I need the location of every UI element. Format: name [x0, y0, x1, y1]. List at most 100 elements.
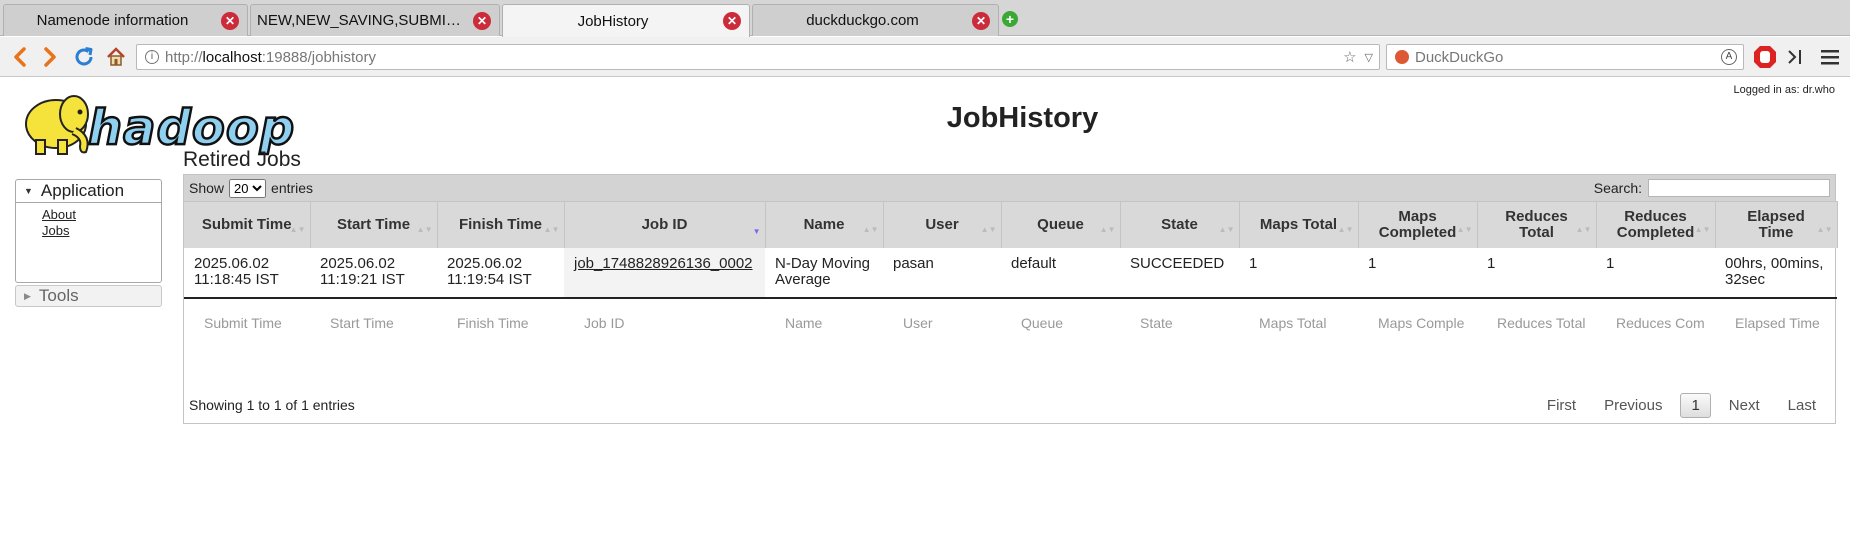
search-placeholder: DuckDuckGo: [1415, 48, 1504, 66]
column-header[interactable]: Job ID ▼: [564, 201, 766, 248]
filter-input[interactable]: Name: [765, 298, 883, 348]
reload-icon[interactable]: [70, 43, 98, 71]
column-header[interactable]: Reduces Completed ▲▼: [1596, 201, 1716, 248]
column-header[interactable]: Submit Time ▲▼: [184, 201, 311, 248]
url-dropdown-icon[interactable]: ▽: [1365, 51, 1373, 64]
sort-icon: ▲▼: [1456, 225, 1473, 234]
column-header[interactable]: Start Time ▲▼: [310, 201, 438, 248]
filter-input[interactable]: Queue: [1001, 298, 1120, 348]
cell-finish-time: 2025.06.02 11:19:54 IST: [437, 247, 564, 299]
search-go-icon[interactable]: A: [1721, 49, 1737, 65]
tab-applications[interactable]: NEW,NEW_SAVING,SUBMITTED,ACCEPTED,RUNNIN…: [250, 4, 500, 36]
column-header[interactable]: State ▲▼: [1120, 201, 1240, 248]
address-bar[interactable]: i http://localhost:19888/jobhistory ☆ ▽: [136, 44, 1380, 70]
filter-input[interactable]: Elapsed Time: [1715, 298, 1837, 348]
sort-icon: ▲▼: [1816, 225, 1833, 234]
sort-icon: ▲▼: [289, 225, 306, 234]
filter-input[interactable]: Finish Time: [437, 298, 564, 348]
pager-first-button[interactable]: First: [1533, 397, 1590, 414]
tools-section-header[interactable]: ▶ Tools: [15, 285, 162, 307]
new-tab-plus-icon[interactable]: +: [1002, 11, 1018, 27]
home-icon[interactable]: [102, 43, 130, 71]
cell-submit-time: 2025.06.02 11:18:45 IST: [184, 247, 310, 299]
cell-start-time: 2025.06.02 11:19:21 IST: [310, 247, 437, 299]
column-header-label: Elapsed Time: [1747, 207, 1805, 241]
tab-title: duckduckgo.com: [806, 12, 919, 29]
column-header-label: Maps Completed: [1378, 207, 1457, 241]
filter-input[interactable]: Submit Time: [184, 298, 310, 348]
jobs-table: Submit Time ▲▼ Start Time ▲▼ Finish Time ▲▼…: [184, 201, 1838, 348]
column-header-label: Submit Time: [201, 215, 292, 233]
cell-maps-total: 1: [1239, 247, 1358, 299]
tools-label: Tools: [38, 286, 79, 305]
url-scheme: http://: [165, 48, 203, 66]
cell-maps-completed: 1: [1358, 247, 1477, 299]
column-header[interactable]: Maps Completed ▲▼: [1358, 201, 1478, 248]
filter-input[interactable]: State: [1120, 298, 1239, 348]
sort-icon: ▲▼: [1099, 225, 1116, 234]
tab-title: NEW,NEW_SAVING,SUBMITTED,ACCEPTED,RUNNIN…: [257, 12, 473, 29]
column-filter-row: Submit Time Start Time Finish Time Job I…: [184, 298, 1837, 348]
column-header[interactable]: Queue ▲▼: [1001, 201, 1121, 248]
table-search-input[interactable]: [1648, 179, 1830, 197]
column-header-label: User: [925, 215, 959, 233]
column-header[interactable]: Reduces Total ▲▼: [1477, 201, 1597, 248]
application-links: About Jobs: [16, 202, 161, 282]
sidebar-toggle-icon[interactable]: [1781, 43, 1809, 71]
column-header[interactable]: Name ▲▼: [765, 201, 884, 248]
close-tab-icon[interactable]: ✕: [221, 11, 239, 30]
pager-next-button[interactable]: Next: [1715, 397, 1774, 414]
sidebar-link-jobs[interactable]: Jobs: [42, 223, 161, 239]
column-header-label: Name: [803, 215, 845, 233]
close-tab-icon[interactable]: ✕: [972, 11, 990, 30]
column-header[interactable]: User ▲▼: [883, 201, 1002, 248]
column-header[interactable]: Finish Time ▲▼: [437, 201, 565, 248]
sort-icon: ▲▼: [1694, 225, 1711, 234]
pager-current-page-button[interactable]: 1: [1680, 392, 1711, 418]
forward-arrow-icon[interactable]: [36, 43, 64, 71]
duckduckgo-icon[interactable]: [1395, 50, 1409, 64]
filter-input[interactable]: Maps Total: [1239, 298, 1358, 348]
page-size-select[interactable]: 20: [229, 178, 267, 198]
column-header[interactable]: Maps Total ▲▼: [1239, 201, 1359, 248]
filter-input[interactable]: Reduces Com: [1596, 298, 1715, 348]
browser-navigation-bar: i http://localhost:19888/jobhistory ☆ ▽ …: [0, 37, 1850, 77]
sort-icon: ▲▼: [980, 225, 997, 234]
close-tab-icon[interactable]: ✕: [473, 11, 491, 30]
search-bar[interactable]: DuckDuckGo A: [1386, 44, 1744, 70]
tab-namenode-information[interactable]: Namenode information ✕: [3, 4, 248, 36]
sidebar-link-about[interactable]: About: [42, 207, 161, 223]
filter-input[interactable]: Maps Comple: [1358, 298, 1477, 348]
tab-jobhistory[interactable]: JobHistory ✕: [502, 4, 750, 37]
pager-previous-button[interactable]: Previous: [1590, 397, 1676, 414]
filter-input[interactable]: Start Time: [310, 298, 437, 348]
application-section-header[interactable]: ▼ Application: [16, 180, 161, 202]
column-header[interactable]: Elapsed Time ▲▼: [1715, 201, 1838, 248]
back-arrow-icon[interactable]: [6, 43, 34, 71]
close-tab-icon[interactable]: ✕: [723, 12, 741, 30]
site-info-icon[interactable]: i: [145, 50, 159, 64]
url-host: localhost: [202, 48, 262, 66]
cell-user: pasan: [883, 247, 1001, 299]
page-title: JobHistory: [946, 102, 1099, 134]
browser-tab-strip: Namenode information ✕ NEW,NEW_SAVING,SU…: [0, 0, 1850, 37]
tab-duckduckgo[interactable]: duckduckgo.com ✕: [752, 4, 999, 36]
menu-hamburger-icon[interactable]: [1816, 43, 1844, 71]
tab-title: Namenode information: [36, 12, 189, 29]
filter-input[interactable]: Reduces Total: [1477, 298, 1596, 348]
column-header-label: Reduces Total: [1505, 207, 1568, 241]
caret-down-icon: ▼: [24, 186, 33, 196]
bookmark-star-icon[interactable]: ☆: [1343, 48, 1356, 66]
filter-input[interactable]: User: [883, 298, 1001, 348]
table-controls: Show 20 entries Search:: [184, 175, 1835, 201]
pager-last-button[interactable]: Last: [1774, 397, 1830, 414]
column-header-label: Reduces Completed: [1616, 207, 1695, 241]
table-footer: Showing 1 to 1 of 1 entries First Previo…: [184, 387, 1835, 423]
job-id-link[interactable]: job_1748828926136_0002: [574, 255, 753, 272]
filter-input[interactable]: Job ID: [564, 298, 765, 348]
cell-queue: default: [1001, 247, 1120, 299]
page-content: Logged in as: dr.who hadoop JobHistory ▼…: [0, 78, 1850, 547]
column-header-label: State: [1161, 215, 1198, 233]
show-label: Show: [189, 180, 225, 196]
adblock-stop-icon[interactable]: [1751, 43, 1779, 71]
